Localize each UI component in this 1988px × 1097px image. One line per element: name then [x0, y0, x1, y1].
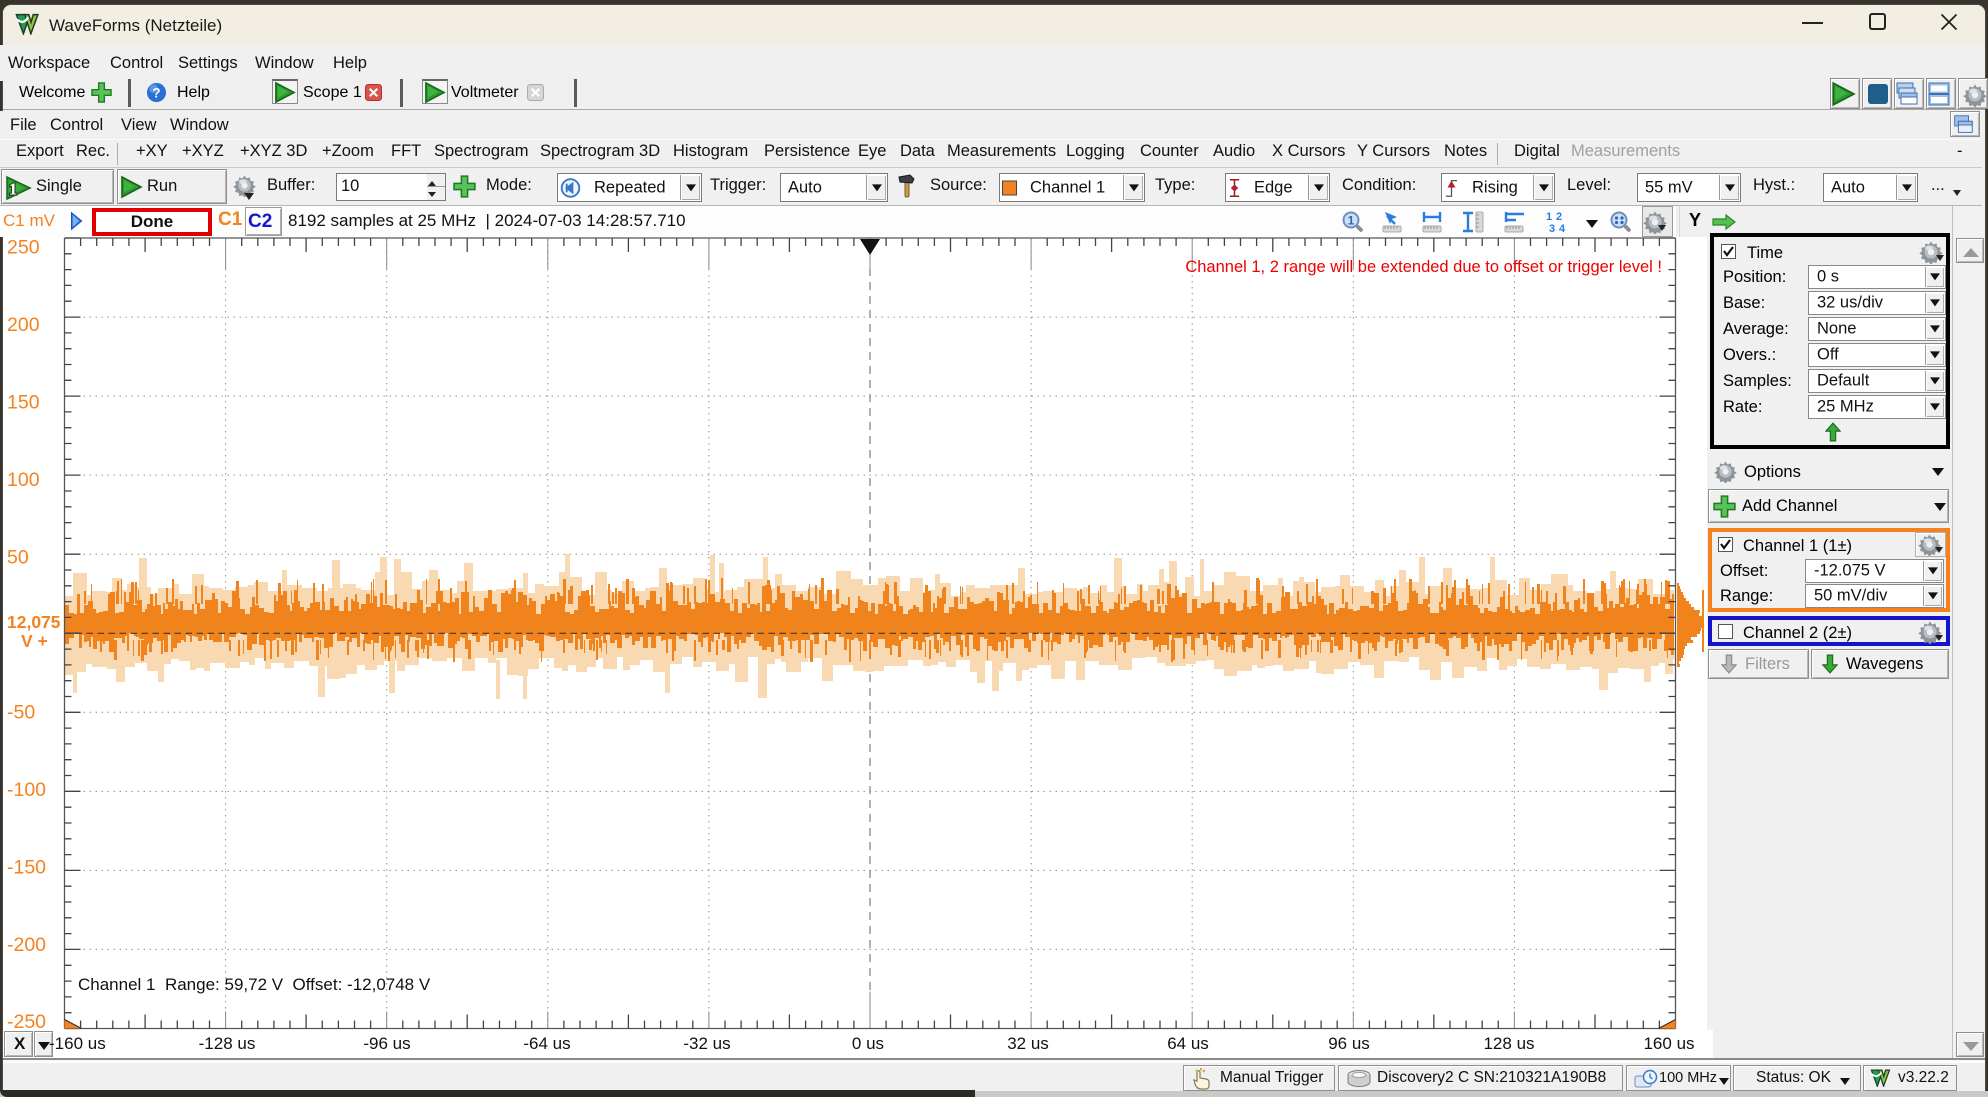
svg-text:Channel 1 Range: 59,72 V Off: Channel 1 Range: 59,72 V Offset: -12,074… [78, 975, 431, 994]
svg-text:4: 4 [1559, 223, 1566, 234]
svg-text:1: 1 [1546, 211, 1552, 223]
svg-text:-100: -100 [7, 779, 46, 801]
svg-text:-50: -50 [7, 701, 35, 723]
svg-text:-250: -250 [7, 1011, 46, 1030]
svg-text:1: 1 [9, 180, 18, 199]
svg-text:3: 3 [1549, 223, 1555, 234]
svg-text:200: 200 [7, 314, 40, 336]
svg-text:V +: V + [21, 631, 48, 651]
svg-text:12,075: 12,075 [7, 612, 61, 632]
svg-text:-150: -150 [7, 856, 46, 878]
svg-text:?: ? [152, 85, 160, 100]
svg-text:250: 250 [7, 237, 40, 259]
svg-text:-200: -200 [7, 934, 46, 956]
svg-text:2: 2 [1556, 211, 1562, 223]
svg-text:50: 50 [7, 547, 29, 569]
svg-text:Channel 1, 2 range will be ext: Channel 1, 2 range will be extended due … [1185, 258, 1662, 276]
svg-text:150: 150 [7, 392, 40, 414]
svg-text:100: 100 [7, 469, 40, 491]
svg-text:1: 1 [1348, 214, 1355, 228]
